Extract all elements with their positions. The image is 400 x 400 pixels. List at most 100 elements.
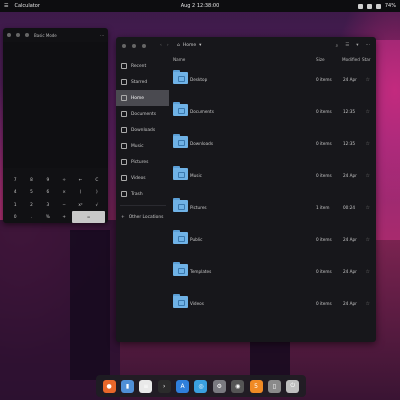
search-icon[interactable]: ⌕	[336, 43, 339, 49]
column-modified[interactable]: Modified	[342, 57, 360, 62]
key-backspace[interactable]: ←	[72, 173, 88, 186]
file-modified: 24 Apr	[343, 301, 357, 306]
key-open-paren[interactable]: (	[72, 186, 88, 199]
menu-icon[interactable]: ⋯	[366, 43, 371, 48]
key-square[interactable]: x²	[72, 198, 88, 211]
sidebar-item-label: Music	[131, 143, 144, 149]
key-clear[interactable]: C	[89, 173, 105, 186]
key-2[interactable]: 2	[23, 198, 39, 211]
terminal-icon[interactable]: ›	[157, 379, 171, 393]
folder-icon	[173, 166, 188, 180]
key-decimal[interactable]: .	[23, 211, 39, 224]
sidebar-item-other-locations[interactable]: + Other Locations	[116, 209, 170, 225]
table-row[interactable]: Music 0 items 24 Apr ☆	[170, 160, 376, 192]
sidebar-item-pictures[interactable]: Pictures	[116, 154, 170, 170]
view-toggle-icon[interactable]: ☰	[345, 43, 349, 48]
mode-selector[interactable]: Basic Mode	[34, 33, 57, 38]
star-icon[interactable]: ☆	[366, 77, 370, 83]
star-icon[interactable]: ☆	[366, 269, 370, 275]
trash-icon[interactable]: ▯	[267, 379, 281, 393]
sidebar-item-downloads[interactable]: Downloads	[116, 122, 170, 138]
undo-button[interactable]	[25, 33, 29, 37]
star-icon[interactable]: ☆	[366, 237, 370, 243]
minimize-button[interactable]	[132, 43, 136, 48]
key-minus[interactable]: −	[56, 198, 72, 211]
sidebar-item-trash[interactable]: Trash	[116, 186, 170, 202]
forward-button[interactable]: ›	[167, 43, 169, 48]
history-button[interactable]	[16, 33, 20, 37]
key-5[interactable]: 5	[23, 186, 39, 199]
sidebar-item-documents[interactable]: Documents	[116, 106, 170, 122]
key-equals[interactable]: =	[72, 210, 105, 223]
folder-icon	[173, 198, 188, 212]
key-plus[interactable]: +	[56, 211, 72, 224]
column-name[interactable]: Name	[173, 57, 185, 62]
back-button[interactable]: ‹	[160, 43, 162, 48]
table-row[interactable]: Documents 0 items 12:35 ☆	[170, 96, 376, 128]
table-row[interactable]: Desktop 0 items 24 Apr ☆	[170, 64, 376, 96]
system-monitor-icon[interactable]: ◉	[231, 379, 245, 393]
star-icon[interactable]: ☆	[366, 141, 370, 147]
network-icon[interactable]	[357, 3, 363, 9]
column-star[interactable]: Star	[362, 57, 371, 62]
star-icon[interactable]: ☆	[366, 301, 370, 307]
power-menu-icon[interactable]	[375, 3, 381, 9]
star-icon[interactable]: ☆	[366, 205, 370, 211]
star-icon	[121, 79, 127, 85]
file-name: Templates	[190, 269, 212, 274]
maximize-button[interactable]	[142, 43, 146, 48]
app-store-icon[interactable]: A	[176, 379, 190, 393]
files-header: ‹ › ⌂ Home ▾ ⌕ ☰ ▾ ⋯	[116, 37, 376, 54]
key-8[interactable]: 8	[23, 173, 39, 186]
sidebar-item-music[interactable]: Music	[116, 138, 170, 154]
star-icon[interactable]: ☆	[366, 109, 370, 115]
battery-level[interactable]: 74%	[385, 3, 396, 9]
volume-icon[interactable]	[366, 3, 372, 9]
key-close-paren[interactable]: )	[89, 186, 105, 199]
file-name: Videos	[190, 301, 204, 306]
breadcrumb[interactable]: ⌂ Home ▾	[173, 41, 205, 50]
key-4[interactable]: 4	[7, 186, 23, 199]
power-icon[interactable]: ⏻	[286, 379, 300, 393]
sidebar-item-label: Videos	[131, 175, 146, 181]
table-row[interactable]: Public 0 items 24 Apr ☆	[170, 224, 376, 256]
key-1[interactable]: 1	[7, 198, 23, 211]
table-row[interactable]: Downloads 0 items 12:35 ☆	[170, 128, 376, 160]
home-icon	[121, 95, 127, 101]
menu-icon[interactable]: ⋯	[100, 33, 104, 38]
files-icon[interactable]: ▮	[121, 379, 135, 393]
firefox-icon[interactable]: ●	[102, 379, 116, 393]
star-icon[interactable]: ☆	[366, 173, 370, 179]
view-options-icon[interactable]: ▾	[356, 43, 358, 48]
text-editor-icon[interactable]: ≡	[139, 379, 153, 393]
key-6[interactable]: 6	[40, 186, 56, 199]
sidebar-item-home[interactable]: Home	[116, 90, 169, 106]
table-row[interactable]: Templates 0 items 24 Apr ☆	[170, 256, 376, 288]
file-modified: 24 Apr	[343, 269, 357, 274]
clock[interactable]: Aug 2 12:38:00	[0, 3, 400, 9]
web-icon[interactable]: ◎	[194, 379, 208, 393]
background-figure-left	[70, 230, 110, 380]
key-3[interactable]: 3	[40, 198, 56, 211]
settings-icon[interactable]: ⚙	[212, 379, 226, 393]
sidebar-item-videos[interactable]: Videos	[116, 170, 170, 186]
file-name: Music	[190, 173, 202, 178]
key-0[interactable]: 0	[7, 211, 23, 224]
table-row[interactable]: Pictures 1 item 00:24 ☆	[170, 192, 376, 224]
key-sqrt[interactable]: √	[89, 198, 105, 211]
sidebar-item-starred[interactable]: Starred	[116, 74, 170, 90]
close-button[interactable]	[7, 33, 11, 37]
close-button[interactable]	[122, 43, 126, 48]
key-percent[interactable]: %	[40, 211, 56, 224]
picture-icon	[121, 159, 127, 165]
calculator-icon[interactable]: 5	[249, 379, 263, 393]
table-row[interactable]: Videos 0 items 24 Apr ☆	[170, 288, 376, 320]
file-modified: 24 Apr	[343, 77, 357, 82]
column-size[interactable]: Size	[316, 57, 325, 62]
key-multiply[interactable]: ×	[56, 186, 72, 199]
sidebar-item-recent[interactable]: Recent	[116, 58, 170, 74]
key-9[interactable]: 9	[40, 173, 56, 186]
top-bar: ☰ Calculator Aug 2 12:38:00 74%	[0, 0, 400, 12]
key-7[interactable]: 7	[7, 173, 23, 186]
key-divide[interactable]: ÷	[56, 173, 72, 186]
